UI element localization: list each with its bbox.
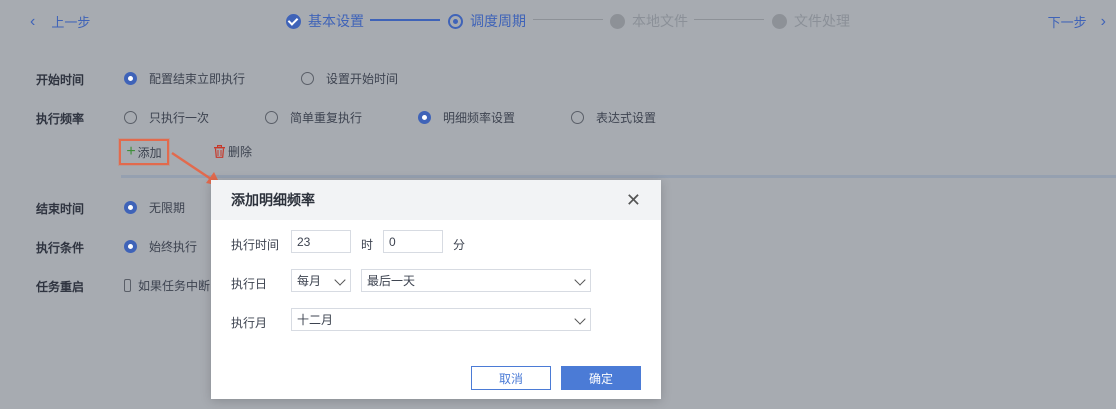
confirm-button[interactable]: 确定 <box>561 366 641 390</box>
cancel-button[interactable]: 取消 <box>471 366 551 390</box>
day-period-value: 每月 <box>297 274 322 288</box>
exec-time-label: 执行时间 <box>231 238 280 252</box>
chevron-down-icon <box>334 274 346 286</box>
month-select[interactable]: 十二月 <box>291 308 591 331</box>
close-icon[interactable]: ✕ <box>626 191 641 209</box>
minute-unit: 分 <box>453 238 466 252</box>
add-detail-frequency-dialog: 添加明细频率 ✕ 执行时间 23 时 0 分 执行日 每月 最后一天 执行月 十… <box>211 180 661 399</box>
hour-input[interactable]: 23 <box>291 230 351 253</box>
dialog-title: 添加明细频率 <box>231 192 315 208</box>
month-value: 十二月 <box>297 313 334 327</box>
dialog-header: 添加明细频率 ✕ <box>211 180 661 220</box>
day-value-select[interactable]: 最后一天 <box>361 269 591 292</box>
exec-day-label: 执行日 <box>231 277 268 291</box>
hour-unit: 时 <box>361 238 374 252</box>
day-value: 最后一天 <box>367 274 416 288</box>
exec-month-label: 执行月 <box>231 316 268 330</box>
minute-input[interactable]: 0 <box>383 230 443 253</box>
chevron-down-icon <box>574 274 586 286</box>
day-period-select[interactable]: 每月 <box>291 269 351 292</box>
schedule-page: ‹ 上一步 基本设置 调度周期 本地文件 文件处理 下一步 › 开始时间 配置结… <box>0 0 1116 409</box>
chevron-down-icon <box>574 313 586 325</box>
